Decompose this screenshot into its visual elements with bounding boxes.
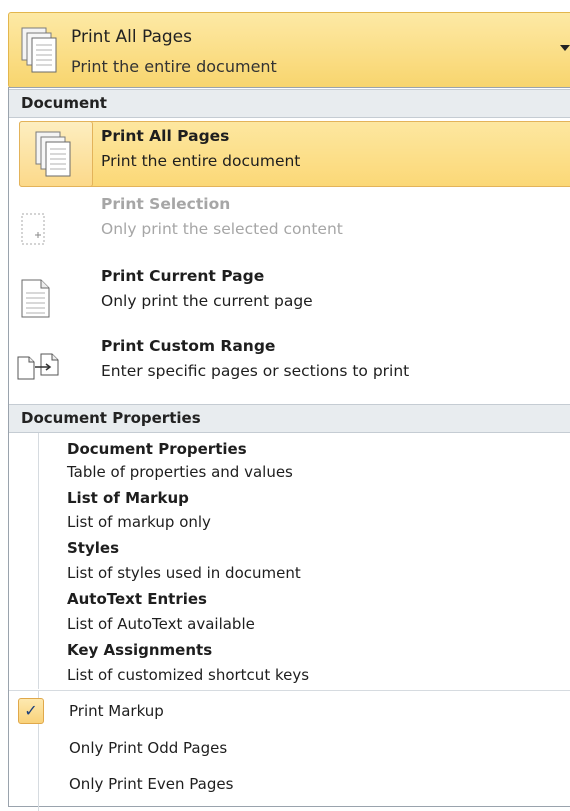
print-custom-range-icon <box>17 353 61 385</box>
menu-item-description: Only print the selected content <box>101 220 343 238</box>
option-only-print-odd-pages[interactable]: Only Print Odd Pages <box>9 731 570 765</box>
print-all-pages-icon <box>21 27 59 79</box>
menu-item-title: Print Custom Range <box>101 337 276 355</box>
menu-item-description: List of styles used in document <box>67 564 301 582</box>
menu-item-title: Print Selection <box>101 195 231 213</box>
menu-item-print-selection[interactable]: Print Selection Only print the selected … <box>9 191 570 257</box>
dropdown-title: Print All Pages <box>71 27 193 47</box>
chevron-down-icon[interactable] <box>560 45 570 51</box>
menu-item-description: Only print the current page <box>101 292 313 310</box>
menu-item-autotext-entries[interactable]: AutoText Entries <box>67 590 207 608</box>
menu-item-print-all-pages[interactable]: Print All Pages Print the entire documen… <box>9 121 570 187</box>
menu-item-title: Print Current Page <box>101 267 265 285</box>
print-selection-icon <box>21 213 47 251</box>
menu-item-title: Print All Pages <box>101 127 230 145</box>
menu-gutter-line <box>38 433 39 689</box>
print-all-pages-icon <box>35 131 75 183</box>
print-range-menu: Document Print All Pages Print the entir… <box>8 87 570 811</box>
menu-item-description: List of AutoText available <box>67 615 255 633</box>
menu-item-print-custom-range[interactable]: Print Custom Range Enter specific pages … <box>9 333 570 399</box>
menu-item-description: Enter specific pages or sections to prin… <box>101 362 410 380</box>
menu-item-list-of-markup[interactable]: List of Markup <box>67 489 189 507</box>
menu-item-description: List of markup only <box>67 513 211 531</box>
option-print-markup[interactable]: ✓ Print Markup <box>9 694 570 728</box>
option-label: Only Print Even Pages <box>69 775 234 793</box>
menu-item-styles[interactable]: Styles <box>67 539 119 557</box>
menu-item-document-properties[interactable]: Document Properties <box>67 440 247 458</box>
print-current-page-icon <box>21 279 51 323</box>
print-range-dropdown[interactable]: Print All Pages Print the entire documen… <box>8 12 570 88</box>
option-label: Print Markup <box>69 702 164 720</box>
checkmark-icon: ✓ <box>18 698 44 724</box>
dropdown-subtitle: Print the entire document <box>71 57 277 76</box>
menu-item-key-assignments[interactable]: Key Assignments <box>67 641 212 659</box>
menu-item-description: Table of properties and values <box>67 463 293 481</box>
menu-item-print-current-page[interactable]: Print Current Page Only print the curren… <box>9 261 570 327</box>
menu-item-description: List of customized shortcut keys <box>67 666 310 684</box>
section-header-document: Document <box>9 89 570 118</box>
menu-item-description: Print the entire document <box>101 152 301 170</box>
menu-divider <box>9 690 570 691</box>
option-label: Only Print Odd Pages <box>69 739 228 757</box>
section-header-document-properties: Document Properties <box>9 404 570 433</box>
